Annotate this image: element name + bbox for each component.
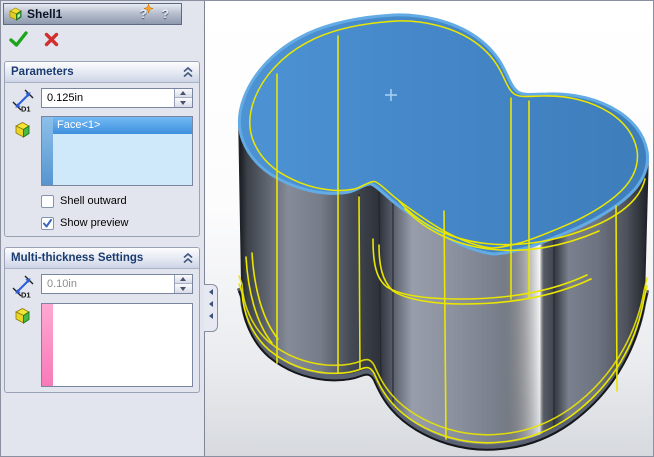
help-pin-button[interactable]: ? xyxy=(140,4,153,21)
show-preview-label: Show preview xyxy=(60,217,129,229)
multi-thickness-group-title: Multi-thickness Settings xyxy=(11,252,144,264)
ok-button[interactable] xyxy=(9,31,31,51)
parameters-group: Parameters D1 0.125in Face<1> Shell outw… xyxy=(4,61,200,237)
collapse-chevron-icon[interactable] xyxy=(182,253,194,264)
checkmark-icon xyxy=(43,218,52,227)
multi-thickness-selection-list[interactable] xyxy=(53,304,192,386)
feature-titlebar: Shell1 ? ? xyxy=(3,3,182,25)
spin-up-button[interactable] xyxy=(175,275,192,284)
d1-label: D1 xyxy=(21,105,31,113)
multi-thickness-group-header[interactable]: Multi-thickness Settings xyxy=(5,248,199,269)
spin-down-button[interactable] xyxy=(175,284,192,293)
shell-feature-icon xyxy=(9,7,22,21)
shell-thickness-spinbox xyxy=(41,88,193,108)
property-manager-panel: Shell1 ? ? Parameters D1 0.125in Face<1>… xyxy=(1,1,205,456)
spin-buttons xyxy=(174,89,192,107)
show-preview-checkbox[interactable] xyxy=(41,216,54,230)
collapse-chevron-icon[interactable] xyxy=(182,67,194,78)
selected-face-item[interactable]: Face<1> xyxy=(53,117,192,134)
spin-down-button[interactable] xyxy=(175,98,192,107)
spin-up-button[interactable] xyxy=(175,89,192,98)
multi-thickness-dimension-icon: D1 xyxy=(12,275,34,299)
parameters-group-header[interactable]: Parameters xyxy=(5,62,199,83)
shell-thickness-input[interactable] xyxy=(42,89,172,107)
shell-outward-label: Shell outward xyxy=(60,195,127,207)
faces-to-remove-icon xyxy=(15,122,30,138)
multi-thickness-selection-box[interactable] xyxy=(41,303,193,387)
multi-thickness-faces-icon xyxy=(15,308,30,324)
cancel-x-icon xyxy=(44,32,59,47)
shell-outward-checkbox[interactable] xyxy=(41,194,54,208)
help-button[interactable]: ? xyxy=(162,7,169,21)
selection-box-inactive-stripe xyxy=(42,304,53,386)
solidworks-window: Shell1 ? ? Parameters D1 0.125in Face<1>… xyxy=(0,0,654,457)
parameters-group-title: Parameters xyxy=(11,66,74,78)
shell-outward-checkbox-row[interactable]: Shell outward xyxy=(41,194,127,208)
collapse-arrows-icon xyxy=(209,289,213,319)
thickness-dimension-icon: D1 xyxy=(12,89,34,113)
multi-thickness-spinbox xyxy=(41,274,193,294)
graphics-viewport[interactable] xyxy=(205,1,654,456)
multi-thickness-input[interactable] xyxy=(42,275,172,293)
spin-buttons xyxy=(174,275,192,293)
d1-label: D1 xyxy=(21,291,31,299)
new-feature-star-icon xyxy=(144,4,153,13)
faces-selection-box[interactable]: Face<1> xyxy=(41,116,193,186)
multi-thickness-group: Multi-thickness Settings D1 xyxy=(4,247,200,393)
selection-box-active-stripe xyxy=(42,117,53,185)
ok-check-icon xyxy=(9,31,28,47)
model-view xyxy=(205,13,654,451)
feature-title: Shell1 xyxy=(27,7,63,21)
show-preview-checkbox-row[interactable]: Show preview xyxy=(41,216,128,230)
selection-list[interactable]: Face<1> xyxy=(53,117,192,185)
cancel-button[interactable] xyxy=(43,31,65,51)
panel-collapse-tab[interactable] xyxy=(204,284,218,332)
